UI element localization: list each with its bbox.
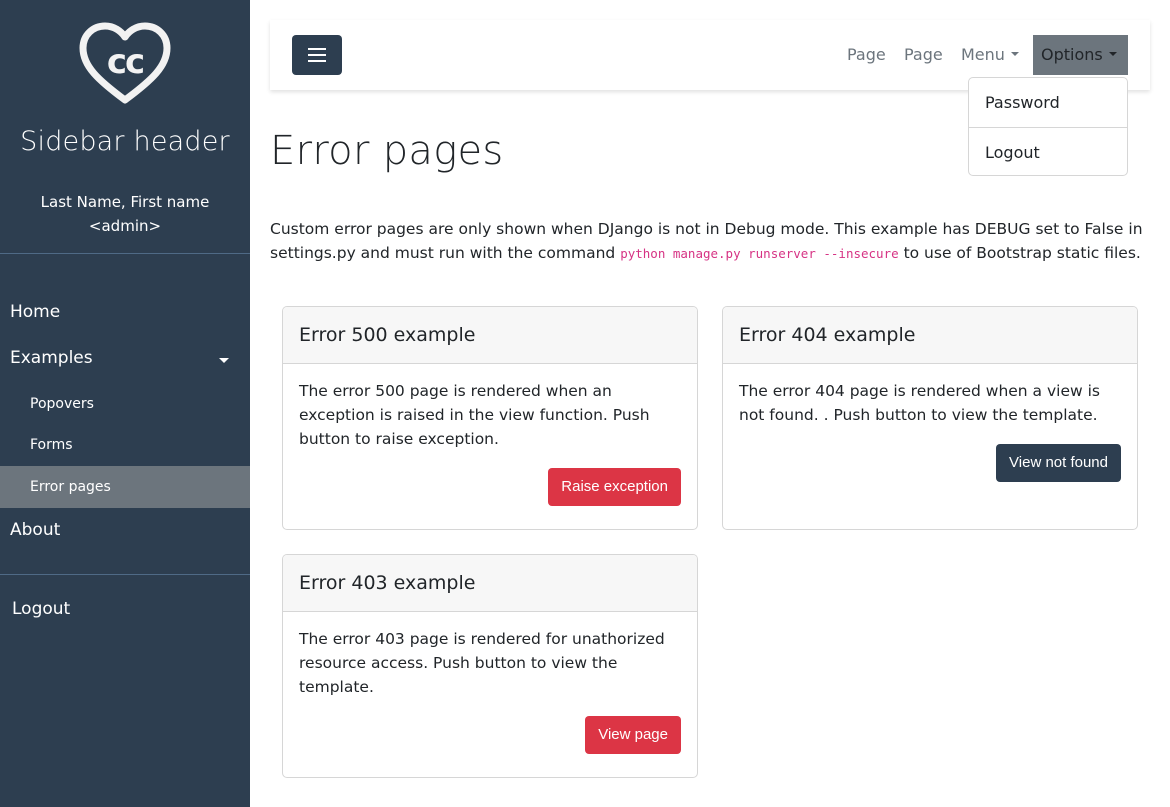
caret-down-icon bbox=[1010, 51, 1019, 56]
dropdown-item-logout[interactable]: Logout bbox=[969, 127, 1127, 176]
intro-text-part: to use of Bootstrap static files. bbox=[898, 244, 1141, 262]
intro-text: Custom error pages are only shown when D… bbox=[270, 217, 1160, 266]
view-page-button[interactable]: View page bbox=[585, 716, 681, 754]
sidebar-item-examples[interactable]: Examples bbox=[0, 348, 250, 368]
sidebar-item-error-pages[interactable]: Error pages bbox=[0, 466, 250, 508]
caret-down-icon bbox=[219, 358, 229, 363]
nav-options-dropdown[interactable]: Options bbox=[1033, 35, 1128, 75]
sidebar: cc Sidebar header Last Name, First name … bbox=[0, 0, 250, 807]
card-text: The error 403 page is rendered for unath… bbox=[299, 630, 665, 696]
view-not-found-button[interactable]: View not found bbox=[996, 444, 1121, 482]
sidebar-item-about[interactable]: About bbox=[0, 520, 250, 540]
card-text: The error 404 page is rendered when a vi… bbox=[739, 382, 1100, 424]
creative-commons-heart-icon: cc bbox=[79, 22, 171, 104]
nav-menu-label: Menu bbox=[961, 45, 1005, 64]
card-title: Error 500 example bbox=[283, 307, 697, 364]
card-body: The error 403 page is rendered for unath… bbox=[283, 612, 697, 777]
nav-menu-dropdown[interactable]: Menu bbox=[961, 35, 1019, 75]
card-title: Error 404 example bbox=[723, 307, 1137, 364]
hamburger-icon bbox=[308, 48, 326, 50]
user-info: Last Name, First name <admin> bbox=[0, 190, 250, 238]
card-error-403: Error 403 example The error 403 page is … bbox=[282, 554, 698, 778]
page-title: Error pages bbox=[270, 128, 504, 174]
caret-down-icon bbox=[1108, 51, 1117, 56]
card-body: The error 500 page is rendered when an e… bbox=[283, 364, 697, 529]
user-name: Last Name, First name bbox=[40, 193, 210, 211]
user-role: <admin> bbox=[88, 217, 162, 235]
sidebar-toggle-button[interactable] bbox=[292, 35, 342, 75]
sidebar-item-label: Examples bbox=[10, 348, 93, 368]
sidebar-item-home[interactable]: Home bbox=[0, 302, 250, 322]
card-text: The error 500 page is rendered when an e… bbox=[299, 382, 650, 448]
nav-options-label: Options bbox=[1041, 45, 1103, 64]
hamburger-icon-line bbox=[308, 54, 326, 56]
nav-link-page-2[interactable]: Page bbox=[904, 35, 943, 75]
nav-link-page[interactable]: Page bbox=[847, 35, 886, 75]
options-dropdown-menu: Password Logout bbox=[968, 77, 1128, 176]
sidebar-item-forms[interactable]: Forms bbox=[0, 424, 250, 466]
command-code: python manage.py runserver --insecure bbox=[620, 246, 899, 261]
card-error-500: Error 500 example The error 500 page is … bbox=[282, 306, 698, 530]
dropdown-item-password[interactable]: Password bbox=[969, 78, 1127, 127]
svg-text:cc: cc bbox=[107, 42, 143, 82]
hamburger-icon-line bbox=[308, 60, 326, 62]
raise-exception-button[interactable]: Raise exception bbox=[548, 468, 681, 506]
card-body: The error 404 page is rendered when a vi… bbox=[723, 364, 1137, 529]
card-title: Error 403 example bbox=[283, 555, 697, 612]
sidebar-divider bbox=[0, 574, 250, 575]
card-error-404: Error 404 example The error 404 page is … bbox=[722, 306, 1138, 530]
sidebar-header: Sidebar header bbox=[20, 126, 230, 157]
sidebar-logout[interactable]: Logout bbox=[0, 599, 250, 619]
sidebar-item-popovers[interactable]: Popovers bbox=[0, 383, 250, 425]
sidebar-divider bbox=[0, 253, 250, 254]
